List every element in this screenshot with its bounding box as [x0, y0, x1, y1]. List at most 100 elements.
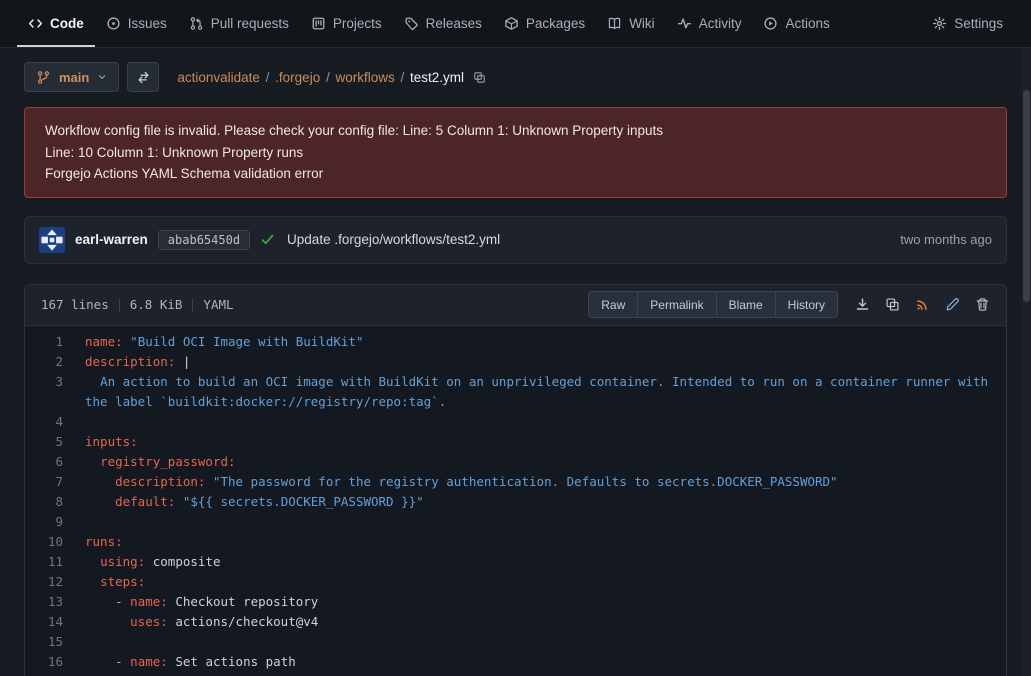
nav-item-label: Wiki — [629, 16, 655, 31]
commit-sha-badge[interactable]: abab65450d — [158, 230, 250, 250]
breadcrumb-segment[interactable]: .forgejo — [275, 70, 320, 85]
line-number[interactable]: 17 — [25, 672, 85, 676]
alert-line: Line: 10 Column 1: Unknown Property runs — [45, 142, 986, 164]
code-line: 10runs: — [25, 532, 1006, 552]
code-token: uses: — [130, 614, 168, 629]
line-number[interactable]: 12 — [25, 572, 85, 592]
breadcrumb-separator: / — [397, 70, 408, 85]
line-number[interactable]: 10 — [25, 532, 85, 552]
nav-spacer — [841, 0, 921, 47]
nav-item-settings[interactable]: Settings — [921, 0, 1014, 47]
code-line: 15 — [25, 632, 1006, 652]
nav-item-code[interactable]: Code — [17, 0, 95, 47]
line-content: default: "${{ secrets.DOCKER_PASSWORD }}… — [85, 492, 1006, 512]
nav-item-issues[interactable]: Issues — [95, 0, 178, 47]
nav-item-pull-requests[interactable]: Pull requests — [178, 0, 300, 47]
line-content: inputs: — [85, 432, 1006, 452]
code-token: name: — [130, 654, 168, 669]
file-action-icons — [848, 291, 996, 319]
nav-item-label: Settings — [954, 16, 1003, 31]
line-content: shell: bash — [85, 672, 1006, 676]
code-token: registry_password: — [100, 454, 235, 469]
line-number[interactable]: 16 — [25, 652, 85, 672]
copy-button[interactable] — [878, 291, 906, 319]
line-content: name: "Build OCI Image with BuildKit" — [85, 332, 1006, 352]
line-number[interactable]: 14 — [25, 612, 85, 632]
line-number[interactable]: 8 — [25, 492, 85, 512]
releases-icon — [404, 16, 419, 31]
avatar[interactable] — [39, 227, 65, 253]
code-line: 7 description: "The password for the reg… — [25, 472, 1006, 492]
edit-icon — [945, 297, 960, 312]
line-number[interactable]: 1 — [25, 332, 85, 352]
line-number[interactable]: 3 — [25, 372, 85, 412]
file-view-buttons: RawPermalinkBlameHistory — [588, 291, 838, 318]
breadcrumb-separator: / — [262, 70, 273, 85]
delete-button[interactable] — [968, 291, 996, 319]
git-branch-icon — [36, 70, 51, 85]
commit-message[interactable]: Update .forgejo/workflows/test2.yml — [287, 232, 500, 247]
code-token: | — [183, 354, 191, 369]
copy-path-icon[interactable] — [473, 71, 486, 84]
scrollbar-track[interactable] — [1022, 48, 1031, 676]
line-number[interactable]: 9 — [25, 512, 85, 532]
line-number[interactable]: 6 — [25, 452, 85, 472]
line-number[interactable]: 11 — [25, 552, 85, 572]
history-button[interactable]: History — [775, 291, 838, 318]
breadcrumb-separator: / — [322, 70, 333, 85]
commit-author[interactable]: earl-warren — [75, 232, 148, 247]
code-token: actions/checkout@v4 — [175, 614, 318, 629]
activity-icon — [677, 16, 692, 31]
projects-icon — [311, 16, 326, 31]
line-content: using: composite — [85, 552, 1006, 572]
nav-item-label: Releases — [426, 16, 482, 31]
nav-item-releases[interactable]: Releases — [393, 0, 493, 47]
code-token — [205, 474, 213, 489]
code-token: An action to build an OCI image with Bui… — [85, 374, 996, 409]
nav-item-activity[interactable]: Activity — [666, 0, 753, 47]
branch-selector[interactable]: main — [24, 62, 119, 92]
edit-button[interactable] — [938, 291, 966, 319]
code-token: - — [85, 654, 130, 669]
line-content: An action to build an OCI image with Bui… — [85, 372, 1006, 412]
rss-button[interactable] — [908, 291, 936, 319]
top-nav: Code IssuesPull requestsProjects Releases P… — [0, 0, 1031, 48]
nav-item-wiki[interactable]: Wiki — [596, 0, 666, 47]
compare-button[interactable] — [127, 62, 159, 92]
code-line: 13 - name: Checkout repository — [25, 592, 1006, 612]
code-token — [85, 574, 100, 589]
chevron-down-icon — [97, 72, 107, 82]
download-button[interactable] — [848, 291, 876, 319]
code-line: 1name: "Build OCI Image with BuildKit" — [25, 332, 1006, 352]
line-number[interactable]: 2 — [25, 352, 85, 372]
permalink-button[interactable]: Permalink — [637, 291, 716, 318]
page-content: main actionvalidate / .forgejo / workflo… — [0, 61, 1031, 676]
packages-icon — [504, 16, 519, 31]
raw-button[interactable]: Raw — [588, 291, 638, 318]
breadcrumb-segment[interactable]: workflows — [335, 70, 394, 85]
code-line: 14 uses: actions/checkout@v4 — [25, 612, 1006, 632]
line-number[interactable]: 13 — [25, 592, 85, 612]
code-line: 4 — [25, 412, 1006, 432]
code-line: 11 using: composite — [25, 552, 1006, 572]
divider — [119, 298, 120, 312]
code-token: Set actions path — [175, 654, 295, 669]
line-number[interactable]: 7 — [25, 472, 85, 492]
nav-item-packages[interactable]: Packages — [493, 0, 596, 47]
code-view: 1name: "Build OCI Image with BuildKit"2d… — [25, 326, 1006, 676]
code-token: "The password for the registry authentic… — [213, 474, 838, 489]
code-token — [85, 494, 115, 509]
nav-item-actions[interactable]: Actions — [752, 0, 840, 47]
breadcrumb-file: test2.yml — [410, 70, 464, 85]
nav-item-projects[interactable]: Projects — [300, 0, 393, 47]
line-content: runs: — [85, 532, 1006, 552]
code-token: "Build OCI Image with BuildKit" — [130, 334, 363, 349]
line-number[interactable]: 15 — [25, 632, 85, 652]
breadcrumb-segment[interactable]: actionvalidate — [177, 70, 260, 85]
scrollbar-thumb[interactable] — [1023, 90, 1030, 302]
code-token — [175, 494, 183, 509]
line-number[interactable]: 5 — [25, 432, 85, 452]
nav-item-label: Code — [50, 16, 84, 31]
line-number[interactable]: 4 — [25, 412, 85, 432]
blame-button[interactable]: Blame — [716, 291, 776, 318]
